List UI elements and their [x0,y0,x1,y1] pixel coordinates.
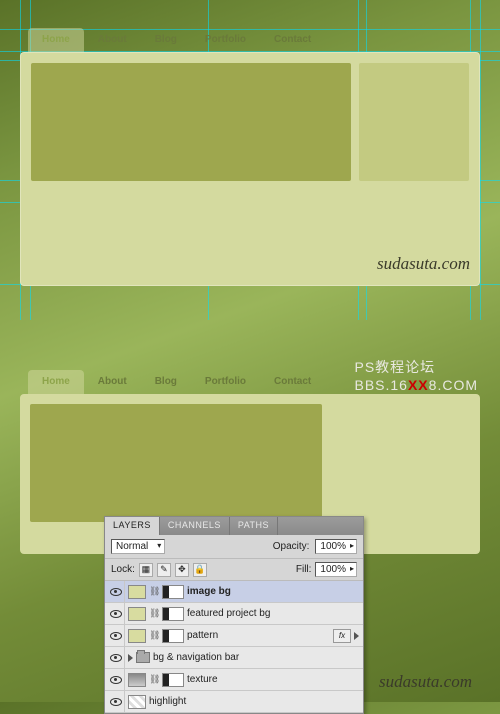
nav-item-portfolio[interactable]: Portfolio [191,28,260,52]
visibility-icon[interactable] [110,610,122,618]
visibility-icon[interactable] [110,588,122,596]
layer-thumbnail [128,585,146,599]
image-bg-block [31,63,351,181]
panel-tabs: LAYERS CHANNELS PATHS [105,517,363,535]
blend-opacity-row: Normal Opacity: 100% [105,535,363,559]
nav-bar: Home About Blog Portfolio Contact [20,370,480,394]
nav-item-blog[interactable]: Blog [141,370,191,394]
layer-row-featured-project-bg[interactable]: ⛓ featured project bg [105,603,363,625]
featured-project-block [359,63,469,181]
guide-vertical [480,0,481,320]
link-icon: ⛓ [149,608,159,619]
layers-panel: LAYERS CHANNELS PATHS Normal Opacity: 10… [104,516,364,714]
link-icon: ⛓ [149,586,159,597]
vector-mask-thumbnail [162,629,184,643]
layer-name: featured project bg [187,608,270,619]
nav-item-home[interactable]: Home [28,370,84,394]
visibility-icon[interactable] [110,676,122,684]
watermark: sudasuta.com [379,672,472,692]
layer-name: bg & navigation bar [153,652,239,663]
lock-fill-row: Lock: ▦ ✎ ✥ 🔒 Fill: 100% [105,559,363,581]
nav-item-blog[interactable]: Blog [141,28,191,52]
layer-name: pattern [187,630,218,641]
group-expand-icon[interactable] [128,654,133,662]
nav-item-portfolio[interactable]: Portfolio [191,370,260,394]
opacity-label: Opacity: [273,541,310,552]
nav-item-about[interactable]: About [84,370,141,394]
lock-transparency-icon[interactable]: ▦ [139,563,153,577]
blend-mode-select[interactable]: Normal [111,539,165,554]
folder-icon [136,652,150,663]
nav-item-about[interactable]: About [84,28,141,52]
fill-value[interactable]: 100% [315,562,357,577]
lock-pixels-icon[interactable]: ✎ [157,563,171,577]
tab-layers[interactable]: LAYERS [105,517,160,535]
vector-mask-thumbnail [162,673,184,687]
nav-bar: Home About Blog Portfolio Contact [20,28,480,52]
vector-mask-thumbnail [162,585,184,599]
fx-badge[interactable]: fx [333,629,351,643]
image-bg-block [30,404,322,522]
nav-item-home[interactable]: Home [28,28,84,52]
visibility-icon[interactable] [110,654,122,662]
layer-row-bg-navigation-group[interactable]: bg & navigation bar [105,647,363,669]
fx-expand-icon[interactable] [354,632,359,640]
layer-row-texture[interactable]: ⛓ texture [105,669,363,691]
layer-name: texture [187,674,218,685]
link-icon: ⛓ [149,674,159,685]
fill-label: Fill: [296,564,312,575]
tab-paths[interactable]: PATHS [230,517,278,535]
lock-all-icon[interactable]: 🔒 [193,563,207,577]
visibility-icon[interactable] [110,632,122,640]
vector-mask-thumbnail [162,607,184,621]
watermark: sudasuta.com [377,254,470,274]
nav-item-contact[interactable]: Contact [260,370,325,394]
layer-thumbnail [128,607,146,621]
link-icon: ⛓ [149,630,159,641]
layer-row-pattern[interactable]: ⛓ pattern fx [105,625,363,647]
tab-channels[interactable]: CHANNELS [160,517,230,535]
layer-name: image bg [187,586,231,597]
website-mockup-top: Home About Blog Portfolio Contact [20,28,480,286]
layer-row-image-bg[interactable]: ⛓ image bg [105,581,363,603]
nav-item-contact[interactable]: Contact [260,28,325,52]
layer-thumbnail [128,629,146,643]
lock-position-icon[interactable]: ✥ [175,563,189,577]
content-panel [20,52,480,286]
layer-list: ⛓ image bg ⛓ featured project bg ⛓ patte… [105,581,363,713]
lock-label: Lock: [111,564,135,575]
opacity-value[interactable]: 100% [315,539,357,554]
layer-thumbnail [128,673,146,687]
layer-row-highlight[interactable]: highlight [105,691,363,713]
